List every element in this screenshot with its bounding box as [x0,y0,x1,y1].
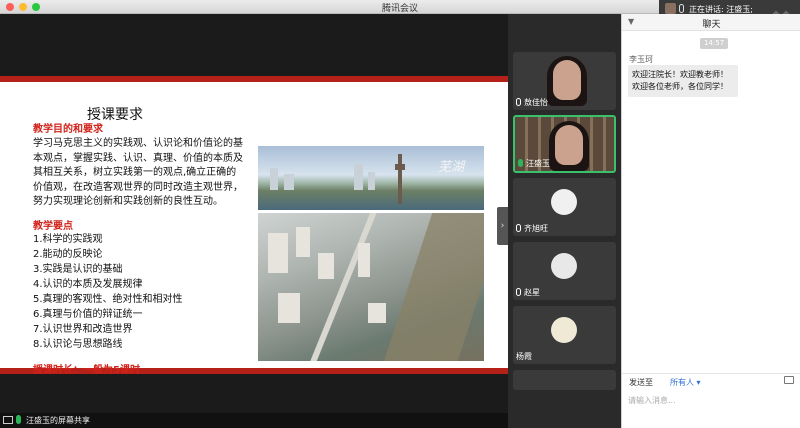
avatar [551,253,577,279]
goal-heading: 教学目的和要求 [33,124,103,135]
photo-caption: 芜湖 [438,160,465,175]
mic-icon [516,224,521,232]
list-item: 6.真理与价值的辩证统一 [33,309,143,320]
send-to-label: 发送至 [629,378,653,387]
message-input[interactable] [628,393,796,407]
chat-header: ▼ 聊天 [622,14,800,31]
participant-tile-active[interactable]: 汪盛玉 [513,115,616,173]
participant-tile[interactable]: 赵星 [513,242,616,300]
list-item: 8.认识论与思想路线 [33,339,123,350]
list-item: 1.科学的实践观 [33,234,103,245]
share-label: 汪盛玉的屏幕共享 [26,416,90,425]
participant-name: 杨霞 [516,352,532,361]
participant-name: 赵星 [524,288,540,297]
chat-title: 聊天 [702,20,721,30]
list-item: 5.真理的客观性、绝对性和相对性 [33,294,183,305]
participant-tile[interactable] [513,370,616,390]
meeting-window: 腾讯会议 正在讲话: 汪盛玉; 授课要求 教学目的和要求 学习马克思主义的实践观… [0,0,800,428]
avatar [551,317,577,343]
participant-tile[interactable]: 敖佳怡 [513,52,616,110]
list-item: 3.实践是认识的基础 [33,264,123,275]
chat-message: 欢迎汪院长！欢迎教老师！欢迎各位老师，各位同学！ [628,65,738,97]
mic-icon [518,159,523,167]
mic-icon [516,98,521,106]
avatar [551,189,577,215]
list-item: 7.认识世界和改造世界 [33,324,133,335]
participant-strip: 敖佳怡 汪盛玉 齐旭旺 赵星 杨霞 [508,14,621,428]
chat-panel: ▼ 聊天 14:57 李玉珂 欢迎汪院长！欢迎教老师！欢迎各位老师，各位同学！ … [621,14,800,428]
image-icon[interactable] [784,376,794,384]
collapse-panel-button[interactable]: › [497,207,508,245]
message-timestamp: 14:57 [700,38,729,49]
goal-text: 学习马克思主义的实践观、认识论和价值论的基本观点，掌握实践、认识、真理、价值的本… [33,138,243,207]
participant-name: 齐旭旺 [524,224,548,233]
compose-bar: 发送至 所有人 ▾ [622,373,800,387]
speaker-avatar [665,3,676,14]
mic-icon [679,4,684,13]
recipient-label: 所有人 [670,378,694,387]
presentation-slide: 授课要求 教学目的和要求 学习马克思主义的实践观、认识论和价值论的基本观点，掌握… [0,76,508,376]
message-sender: 李玉珂 [629,55,653,64]
city-skyline-photo: 芜湖 [258,146,484,210]
recipient-select[interactable]: 所有人 ▾ [670,377,701,388]
shared-screen: 授课要求 教学目的和要求 学习马克思主义的实践观、认识论和价值论的基本观点，掌握… [0,14,508,416]
participant-tile[interactable]: 杨霞 [513,306,616,364]
mic-icon [516,288,521,296]
aerial-city-photo [258,213,484,361]
list-item: 2.能动的反映论 [33,249,103,260]
points-list: 1.科学的实践观 2.能动的反映论 3.实践是认识的基础 4.认识的本质及发展规… [33,232,183,352]
app-logo-icon [770,5,792,22]
participant-name: 汪盛玉 [526,159,550,168]
participant-name: 敖佳怡 [524,98,548,107]
duration-text: 授课时长：一般为5课时 [33,365,140,376]
points-heading: 教学要点 [33,221,73,232]
mic-icon [16,415,21,424]
screen-share-icon [3,416,13,424]
screen-share-bar: 汪盛玉的屏幕共享 [0,413,508,428]
list-item: 4.认识的本质及发展规律 [33,279,143,290]
participant-tile[interactable]: 齐旭旺 [513,178,616,236]
